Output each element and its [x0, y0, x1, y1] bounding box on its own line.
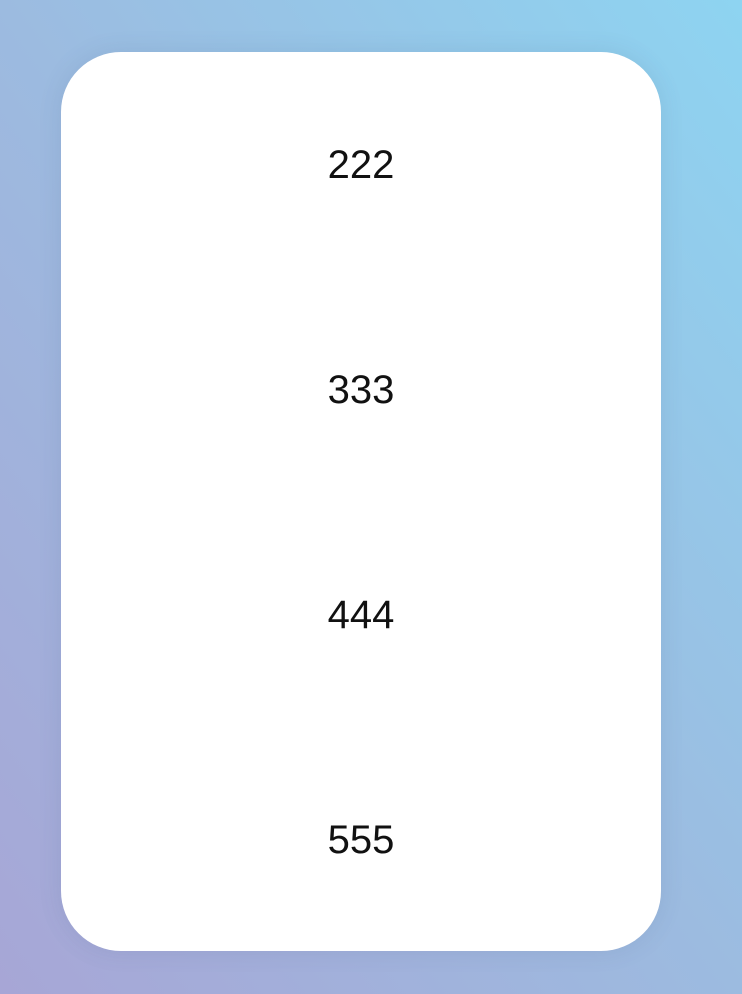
number-list-card[interactable]: 222 333 444 555: [61, 52, 661, 951]
list-item-555[interactable]: 555: [61, 816, 661, 864]
list-item-444[interactable]: 444: [61, 591, 661, 639]
list-item-333[interactable]: 333: [61, 366, 661, 414]
list-item-222[interactable]: 222: [61, 141, 661, 189]
